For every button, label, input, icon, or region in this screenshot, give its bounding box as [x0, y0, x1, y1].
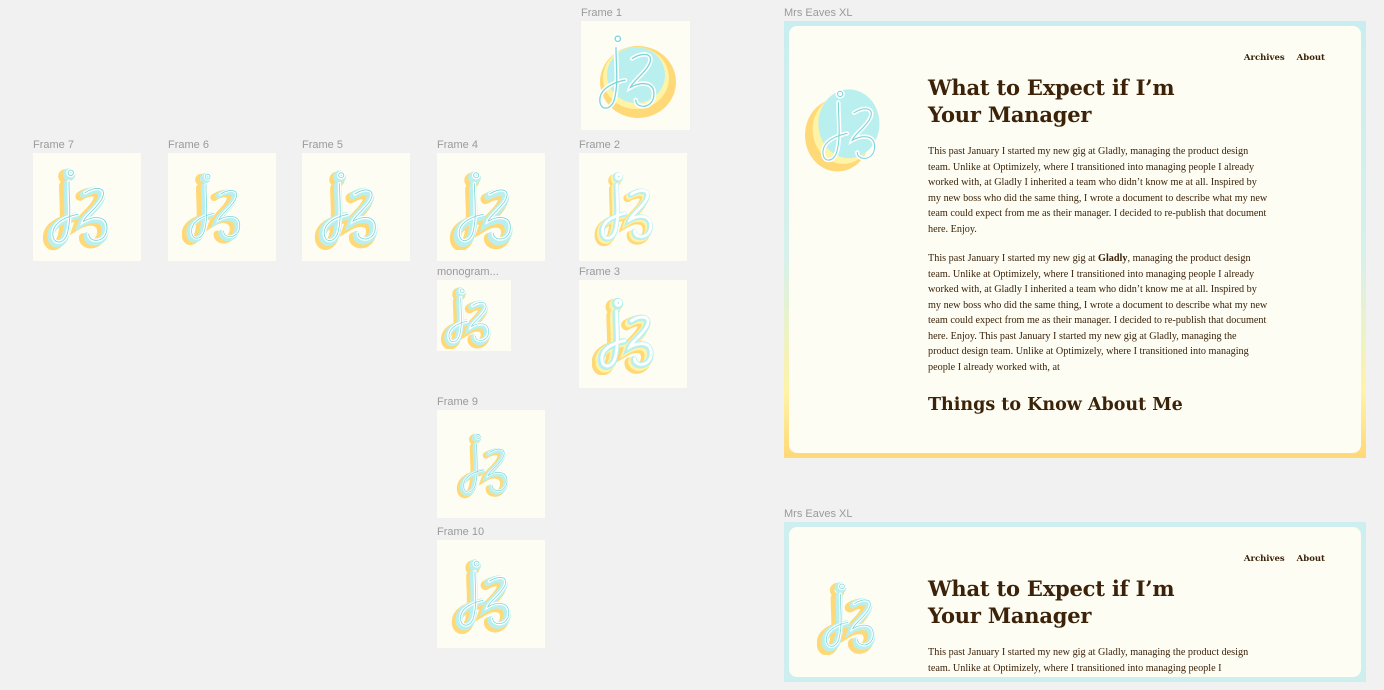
nav-archives-link[interactable]: Archives [1244, 554, 1285, 564]
article-title-line: What to Expect if I’m [928, 75, 1175, 100]
page-mockup-frame[interactable]: Archives About What to Expect if I’m You… [784, 522, 1366, 682]
monogram-logo [441, 283, 507, 349]
monogram-logo [593, 167, 673, 247]
frame-label[interactable]: Frame 7 [33, 139, 74, 151]
frame-label[interactable]: Frame 5 [302, 139, 343, 151]
monogram-logo [42, 162, 132, 252]
frame-3[interactable] [579, 280, 687, 388]
text-run: , managing the product design team. Unli… [928, 253, 1268, 373]
monogram-logo [586, 26, 676, 118]
frame-label[interactable]: Mrs Eaves XL [784, 7, 852, 19]
nav-archives-link[interactable]: Archives [1244, 53, 1285, 63]
monogram-logo [455, 433, 527, 500]
article-title-line: What to Expect if I’m [928, 576, 1175, 601]
text-run: This past January I started my new gig a… [928, 253, 1099, 264]
page-body: Archives About What to Expect if I’m You… [789, 527, 1361, 677]
article-title: What to Expect if I’m Your Manager [928, 575, 1268, 629]
frame-label[interactable]: Mrs Eaves XL [784, 508, 852, 520]
frame-7[interactable] [33, 153, 141, 261]
page-mockup-frame[interactable]: Archives About What to Expect if I’m You… [784, 21, 1366, 458]
frame-6[interactable] [168, 153, 276, 261]
frame-label[interactable]: monogram... [437, 266, 499, 278]
article-paragraph: This past January I started my new gig a… [928, 251, 1268, 375]
monogram-logo [451, 554, 531, 634]
frame-label[interactable]: Frame 1 [581, 7, 622, 19]
nav-about-link[interactable]: About [1297, 554, 1325, 564]
article-title: What to Expect if I’m Your Manager [928, 74, 1268, 128]
monogram-logo [805, 76, 880, 172]
frame-9[interactable] [437, 410, 545, 518]
frame-10[interactable] [437, 540, 545, 648]
frame-4[interactable] [437, 153, 545, 261]
article-paragraph: This past January I started my new gig a… [928, 647, 1249, 674]
site-nav: Archives About [1244, 53, 1325, 63]
nav-about-link[interactable]: About [1297, 53, 1325, 63]
article-title-line: Your Manager [928, 603, 1092, 628]
frame-label[interactable]: Frame 10 [437, 526, 484, 538]
monogram-logo [449, 170, 534, 250]
monogram-logo [592, 293, 674, 375]
section-heading: Things to Know About Me [928, 395, 1183, 415]
monogram-logo [314, 165, 399, 250]
frame-2[interactable] [579, 153, 687, 261]
article-title-line: Your Manager [928, 102, 1092, 127]
page-body: Archives About What to Expect if I’m You… [789, 26, 1361, 453]
monogram-frame[interactable] [437, 280, 511, 351]
monogram-logo [182, 172, 242, 247]
site-nav: Archives About [1244, 554, 1325, 564]
frame-label[interactable]: Frame 3 [579, 266, 620, 278]
frame-label[interactable]: Frame 6 [168, 139, 209, 151]
frame-1[interactable] [581, 21, 690, 130]
frame-label[interactable]: Frame 2 [579, 139, 620, 151]
article: What to Expect if I’m Your Manager This … [928, 575, 1268, 690]
gladly-link[interactable]: Gladly [1098, 253, 1127, 264]
frame-5[interactable] [302, 153, 410, 261]
article: What to Expect if I’m Your Manager This … [928, 74, 1268, 415]
frame-label[interactable]: Frame 4 [437, 139, 478, 151]
monogram-logo [817, 577, 895, 655]
article-paragraph: This past January I started my new gig a… [928, 146, 1268, 235]
frame-label[interactable]: Frame 9 [437, 396, 478, 408]
